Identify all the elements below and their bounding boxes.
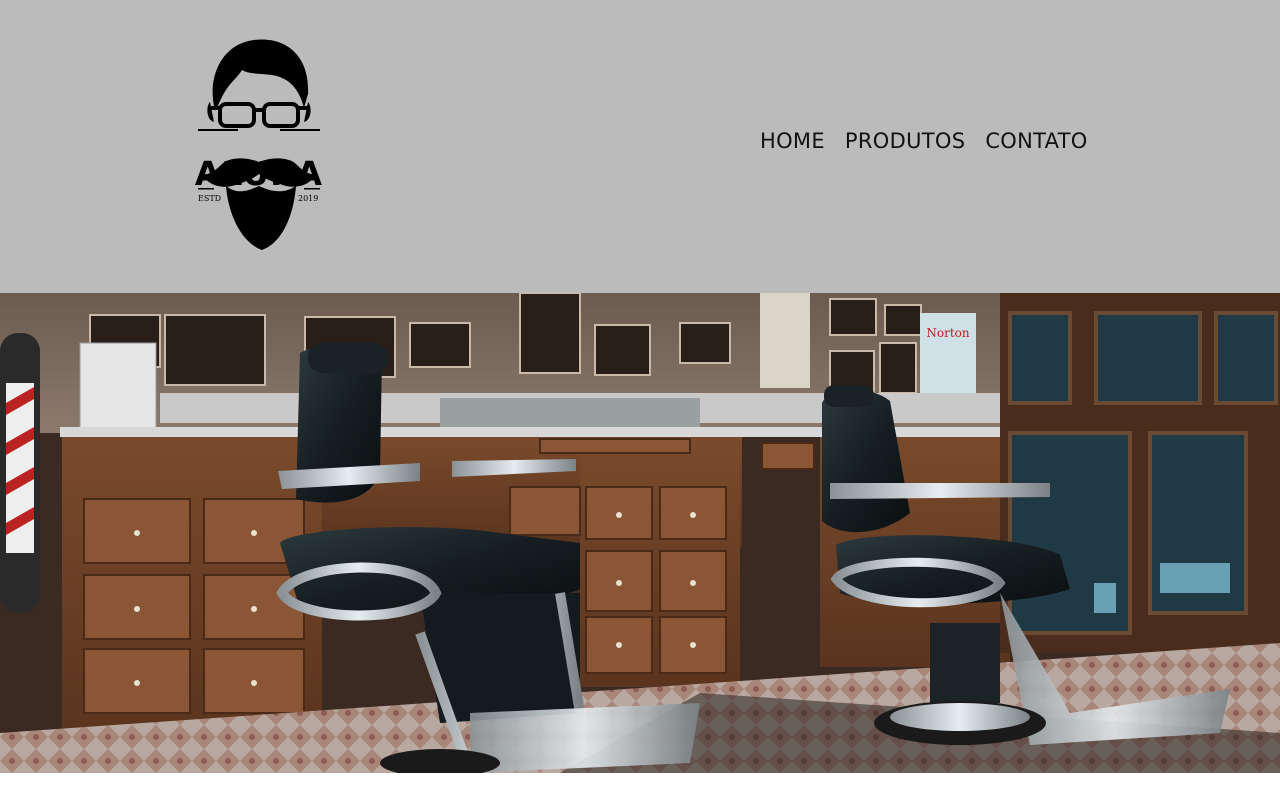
barbershop-interior-photo: Norton <box>0 293 1280 773</box>
logo-wordmark: ALURA <box>194 154 324 193</box>
bearded-man-glasses-icon <box>198 39 320 250</box>
logo-year-text: 2019 <box>298 194 319 203</box>
alura-logo[interactable]: ALURA ESTD 2019 <box>192 36 326 254</box>
logo-estd-text: ESTD <box>198 194 222 203</box>
site-header: ALURA ESTD 2019 HOME PRODUTOS CONTATO <box>0 0 1280 293</box>
nav-item-contato[interactable]: CONTATO <box>985 129 1087 153</box>
nav-item-produtos[interactable]: PRODUTOS <box>845 129 965 153</box>
hero-banner-image: Norton <box>0 293 1280 773</box>
norton-poster-text: Norton <box>926 326 970 340</box>
main-nav: HOME PRODUTOS CONTATO <box>760 126 1088 156</box>
nav-item-home[interactable]: HOME <box>760 129 825 153</box>
